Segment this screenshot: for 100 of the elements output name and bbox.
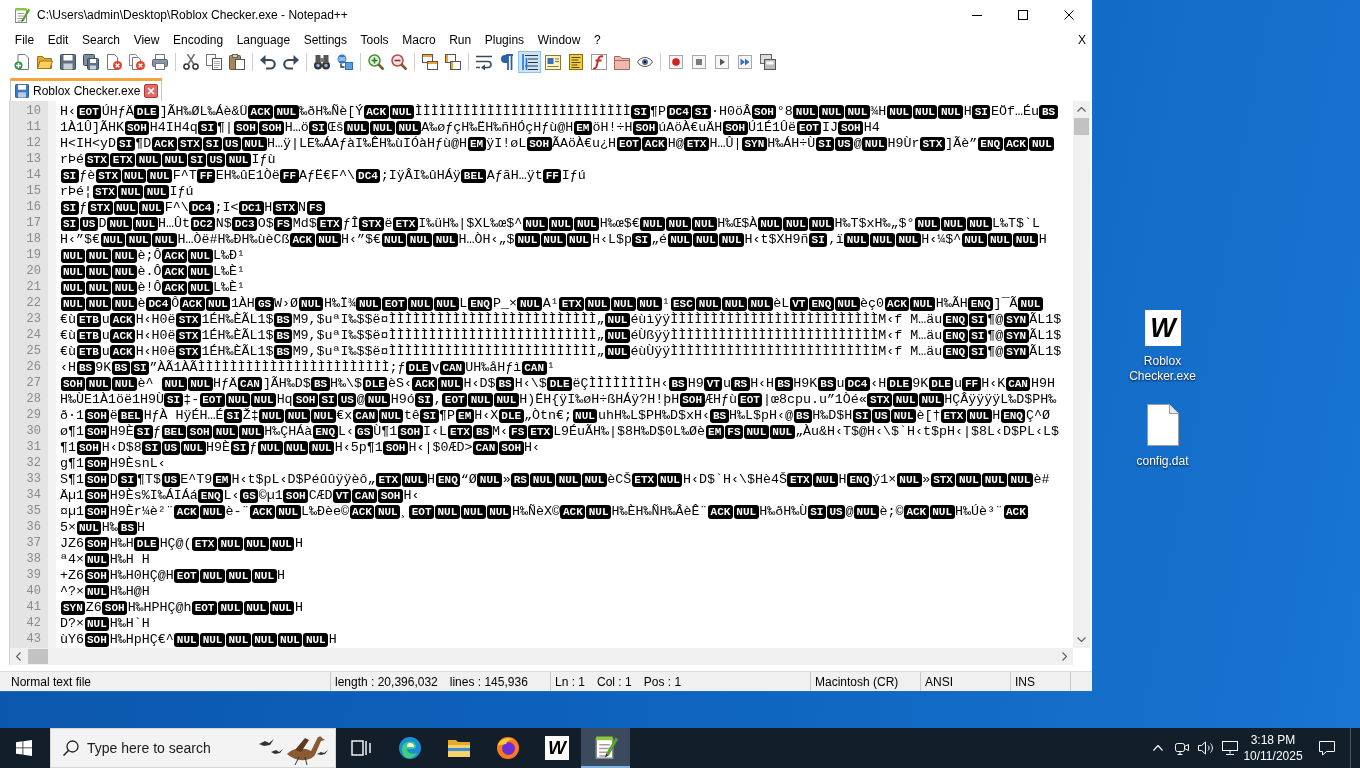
file-icon[interactable] xyxy=(1146,404,1179,446)
control-char-marker: NUL xyxy=(691,217,717,231)
control-char-marker: US xyxy=(826,505,846,519)
code-text: H‹¼$^ xyxy=(921,232,962,247)
menu-item[interactable]: File xyxy=(8,30,41,50)
control-char-marker: NUL xyxy=(408,297,433,311)
code-text: L‰È¹ xyxy=(213,264,246,279)
control-char-marker: SI xyxy=(318,393,338,407)
menu-item[interactable]: Settings xyxy=(296,30,354,50)
control-char-marker: CAN xyxy=(521,361,547,375)
control-char-marker: SOH xyxy=(632,121,658,135)
code-text: ƒ xyxy=(79,200,88,215)
line-number: 21 xyxy=(25,280,42,296)
chevron-up-icon[interactable] xyxy=(1153,745,1163,751)
code-text: H‰HpHÇ€^ xyxy=(109,632,174,647)
globe-icon[interactable] xyxy=(495,736,520,760)
control-char-marker: NUL xyxy=(893,393,918,407)
scrollbar-thumb[interactable] xyxy=(28,649,48,664)
code-text: ]ÃH‰D$ xyxy=(262,376,311,391)
menu-item[interactable]: View xyxy=(126,30,167,50)
search-bar[interactable]: Type here to search xyxy=(50,728,336,768)
camera-icon[interactable] xyxy=(1175,741,1189,755)
control-char-marker: NUL xyxy=(982,473,1008,487)
code-text: ÃL1$ xyxy=(1029,312,1062,327)
control-char-marker: SOH xyxy=(84,473,110,487)
control-char-marker: NUL xyxy=(586,505,612,519)
search-field[interactable]: Type here to search xyxy=(87,737,227,759)
code-text: è;Ô xyxy=(137,248,162,263)
control-char-marker: FS xyxy=(508,425,527,439)
swirl-icon[interactable] xyxy=(397,736,422,760)
horizontal-scrollbar[interactable] xyxy=(10,648,1073,665)
code-text: è;© xyxy=(879,504,904,519)
desktop-icon-label[interactable]: config.dat xyxy=(1125,454,1200,469)
app-button[interactable]: W xyxy=(532,728,581,768)
control-char-marker: NUL xyxy=(783,217,809,231)
speaker-icon[interactable] xyxy=(1198,741,1214,755)
clock-time[interactable]: 3:18 PM xyxy=(1250,732,1296,748)
app-logo[interactable]: W xyxy=(544,736,569,760)
windows-logo-icon[interactable] xyxy=(16,740,32,756)
code-text: H9Èr¼è²¨ xyxy=(109,504,174,519)
control-char-marker: NUL xyxy=(915,217,940,231)
control-char-marker: CAN xyxy=(352,409,378,423)
code-text: è-¨ xyxy=(225,504,250,519)
document-tab[interactable]: Roblox Checker.exe xyxy=(10,78,163,101)
menu-item[interactable]: Edit xyxy=(40,30,76,50)
app-logo[interactable]: W xyxy=(1144,310,1181,346)
control-char-marker: FF xyxy=(962,377,981,391)
line-number: 22 xyxy=(25,296,42,312)
code-text: H‹t$XH9ñ xyxy=(744,232,809,247)
line-number: 33 xyxy=(25,472,42,488)
code-text: 1ÉH‰ÈÃL1$ xyxy=(201,328,274,343)
control-char-marker: EOT xyxy=(796,121,822,135)
control-char-marker: ENQ xyxy=(977,137,1003,151)
control-char-marker: NUL xyxy=(940,217,966,231)
vertical-scrollbar[interactable] xyxy=(1073,101,1090,648)
menu-item[interactable]: Search xyxy=(75,30,127,50)
menu-item[interactable]: ? xyxy=(587,30,608,50)
menu-item[interactable]: Language xyxy=(229,30,297,50)
control-char-marker: NUL xyxy=(522,217,548,231)
control-char-marker: NUL xyxy=(187,281,213,295)
control-char-marker: BS xyxy=(273,313,293,327)
code-text: H‹D$8 xyxy=(101,440,142,455)
close-tab-icon[interactable] xyxy=(144,84,159,98)
control-char-marker: BS xyxy=(273,329,293,343)
control-char-marker: ACK xyxy=(642,137,668,151)
menu-item[interactable]: Encoding xyxy=(166,30,230,50)
menu-item[interactable]: Window xyxy=(530,30,588,50)
control-char-marker: SI xyxy=(116,137,135,151)
control-char-marker: NUL xyxy=(585,297,610,311)
menu-item[interactable]: Tools xyxy=(353,30,396,50)
line-label: Ln : 1 xyxy=(555,673,586,691)
code-text: H xyxy=(264,200,273,215)
notepad-icon[interactable] xyxy=(593,735,618,759)
network-icon[interactable] xyxy=(1222,741,1238,755)
control-char-marker: SYN xyxy=(1003,345,1029,359)
notepad-button[interactable] xyxy=(581,728,630,768)
control-char-marker: DLE xyxy=(134,537,160,551)
desktop-icon-label[interactable]: Roblox Checker.exe xyxy=(1125,354,1200,384)
code-text: H‹H0ë xyxy=(135,344,176,359)
control-char-marker: EOT xyxy=(409,505,434,519)
menu-item[interactable]: Run xyxy=(442,30,478,50)
scrollbar-thumb[interactable] xyxy=(1074,118,1089,135)
clock-date[interactable]: 10/11/2025 xyxy=(1243,748,1303,764)
maximize-icon[interactable] xyxy=(1018,10,1028,20)
code-text: 1ÉH‰ÈÃL1$ xyxy=(201,344,274,359)
control-char-marker: STX xyxy=(177,137,203,151)
menu-item[interactable]: Macro xyxy=(395,30,443,50)
control-char-marker: SOH xyxy=(283,489,309,503)
control-char-marker: FS xyxy=(724,425,743,439)
notification-icon[interactable] xyxy=(1319,740,1335,756)
control-char-marker: SI xyxy=(134,425,153,439)
menu-item[interactable]: Plugins xyxy=(477,30,531,50)
close-icon[interactable] xyxy=(1064,10,1074,20)
code-text: H‹D$`H‹\$Hè4Š xyxy=(682,472,787,487)
task-view-icon[interactable] xyxy=(350,738,371,758)
code-text: uhH‰L$PH‰D$xH‹ xyxy=(597,408,710,423)
close-document-button[interactable]: X xyxy=(1078,30,1086,50)
code-text: ”ÀÃ1ÀÃÌÌÌÌÌÌÌÌÌÌÌÌÌÌÌÌÌÌÌÌÌÌÌÌ;ƒ xyxy=(149,360,406,375)
control-char-marker: NUL xyxy=(275,505,301,519)
control-char-marker: BS xyxy=(710,409,729,423)
